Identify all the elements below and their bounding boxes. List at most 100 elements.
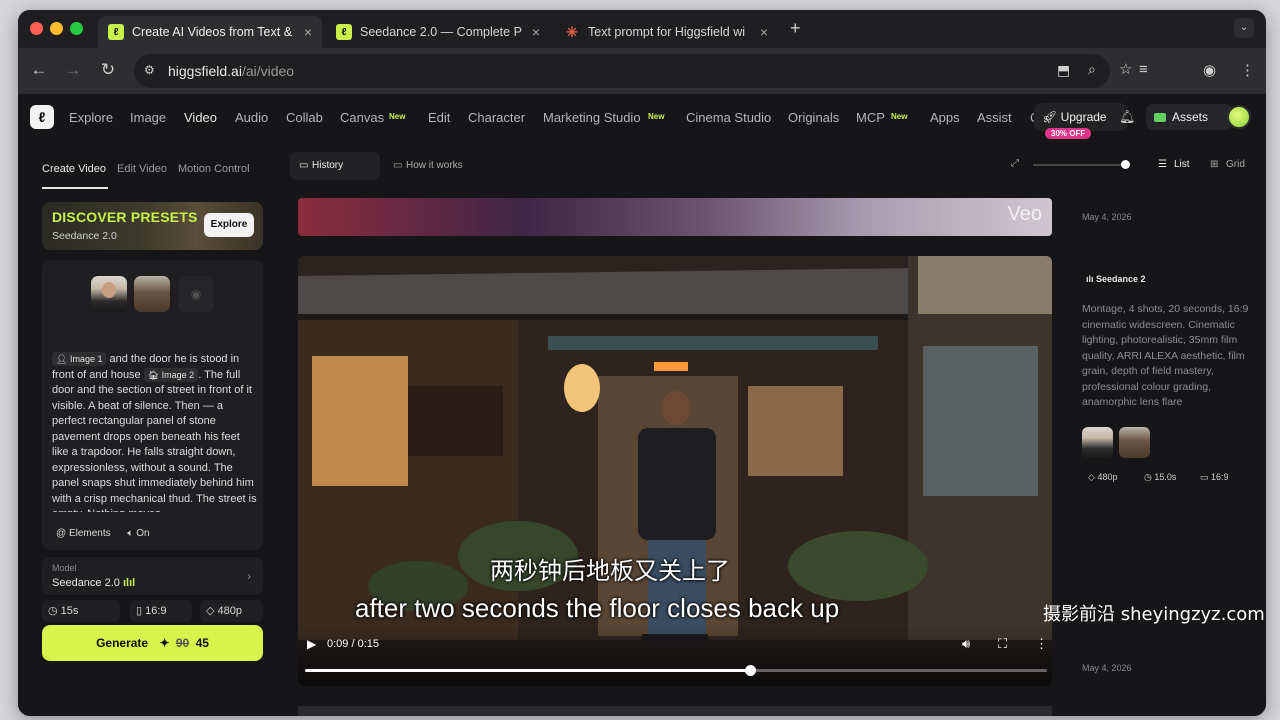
generation-date: May 4, 2026 — [1082, 212, 1132, 222]
new-tab-button[interactable]: + — [790, 18, 801, 39]
nav-character[interactable]: Character — [468, 110, 525, 125]
forward-arrow-icon[interactable]: → — [62, 60, 84, 80]
duration-selector[interactable]: ◷ 15s — [42, 600, 120, 622]
elements-toggle[interactable]: @ Elements — [56, 528, 111, 539]
zoom-icon[interactable]: ⌕ — [1088, 61, 1096, 78]
new-badge: New — [648, 112, 665, 121]
tab-search-icon[interactable]: ⌄ — [1234, 18, 1254, 38]
video-progress-handle[interactable] — [745, 665, 757, 676]
video-progress-bar[interactable] — [305, 665, 1047, 676]
list-view-button[interactable]: ☰ List — [1156, 154, 1190, 176]
reading-list-icon[interactable]: ≡ — [1139, 61, 1148, 78]
grid-view-button[interactable]: ⊞ Grid — [1208, 154, 1245, 176]
discount-badge: 30% OFF — [1045, 128, 1092, 139]
nav-collab[interactable]: Collab — [286, 110, 323, 125]
presets-subtitle: Seedance 2.0 — [52, 230, 117, 242]
nav-audio[interactable]: Audio — [235, 110, 268, 125]
discover-presets-banner[interactable]: DISCOVER PRESETS Seedance 2.0 Explore — [42, 202, 263, 250]
tab-motion-control[interactable]: Motion Control — [178, 163, 250, 175]
address-bar[interactable]: ⚙ higgsfield.ai/ai/video ⬒ ⌕ ☆ — [134, 54, 1132, 88]
book-icon: ▭ — [393, 160, 403, 171]
more-options-icon[interactable]: ⋮ — [1035, 636, 1048, 652]
aspect-ratio-selector[interactable]: ▯ 16:9 — [130, 600, 192, 622]
generate-button[interactable]: Generate ✦ 90 45 — [42, 625, 263, 661]
add-image-slot[interactable]: ◉ — [178, 276, 214, 312]
nav-canvas[interactable]: Canvas — [340, 110, 384, 125]
aspect-ratio-icon: ▯ — [136, 605, 143, 617]
model-selector[interactable]: Model Seedance 2.0 ılıl › — [42, 557, 263, 595]
expand-icon[interactable]: ⤢ — [1011, 158, 1019, 169]
resolution-icon: ◇ — [1088, 472, 1095, 482]
nav-video[interactable]: Video — [184, 110, 217, 125]
nav-apps[interactable]: Apps — [930, 110, 960, 125]
reload-icon[interactable]: ↻ — [97, 60, 119, 80]
nav-marketing-studio[interactable]: Marketing Studio — [543, 110, 641, 125]
user-avatar[interactable] — [1227, 105, 1251, 129]
generation-model: ılı Seedance 2 — [1086, 274, 1146, 284]
minimize-window-button[interactable] — [50, 22, 63, 35]
active-tab-indicator — [42, 187, 108, 189]
folder-icon — [1154, 113, 1166, 122]
nav-originals[interactable]: Originals — [788, 110, 839, 125]
fullscreen-icon[interactable]: ⛶ — [998, 636, 1007, 652]
tab-create-video[interactable]: Create Video — [42, 163, 106, 175]
previous-generation-preview[interactable]: Veo — [298, 198, 1052, 236]
volume-icon[interactable]: 🔊︎ — [962, 636, 970, 652]
generation-resolution: ◇ 480p — [1088, 472, 1118, 482]
grid-icon: ⊞ — [1210, 159, 1219, 170]
prompt-options: @ Elements 🔈︎ On — [56, 528, 150, 539]
install-app-icon[interactable]: ⬒ — [1057, 62, 1070, 79]
close-tab-icon[interactable]: × — [532, 24, 540, 40]
sparkle-icon: ✦ — [159, 636, 170, 650]
nav-cinema-studio[interactable]: Cinema Studio — [686, 110, 771, 125]
model-value: Seedance 2.0 ılıl — [52, 577, 136, 589]
nav-edit[interactable]: Edit — [428, 110, 450, 125]
next-generation-preview[interactable] — [298, 706, 1052, 716]
zoom-slider-handle[interactable] — [1121, 160, 1130, 169]
site-settings-icon[interactable]: ⚙ — [144, 63, 155, 77]
upgrade-label: Upgrade — [1060, 110, 1107, 124]
bookmark-star-icon[interactable]: ☆ — [1119, 60, 1132, 78]
how-it-works-tab[interactable]: ▭ How it works — [384, 152, 463, 180]
tab-title: Text prompt for Higgsfield wi — [588, 25, 746, 39]
resolution-selector[interactable]: ◇ 480p — [200, 600, 263, 622]
image-2-thumbnail[interactable] — [134, 276, 170, 312]
image-2-chip: 🏠︎ Image 2 — [143, 367, 199, 382]
tab-title: Seedance 2.0 — Complete Pr — [360, 25, 522, 39]
more-menu-icon[interactable]: ⋮ — [1240, 61, 1255, 79]
reference-image-1[interactable] — [1082, 427, 1113, 458]
close-tab-icon[interactable]: × — [304, 24, 312, 40]
veo-label: Veo — [1007, 203, 1042, 225]
generate-label: Generate — [96, 636, 149, 650]
browser-tab-2[interactable]: ℓ Seedance 2.0 — Complete Pr × — [326, 16, 550, 48]
assets-button[interactable]: Assets — [1146, 104, 1232, 130]
close-window-button[interactable] — [30, 22, 43, 35]
nav-mcp[interactable]: MCP — [856, 110, 885, 125]
model-label: Model — [52, 563, 77, 573]
play-icon[interactable]: ▶ — [307, 637, 316, 651]
reference-image-2[interactable] — [1119, 427, 1150, 458]
zoom-slider[interactable] — [1033, 164, 1128, 166]
tab-edit-video[interactable]: Edit Video — [117, 163, 167, 175]
browser-tab-3[interactable]: ✳ Text prompt for Higgsfield wi × — [554, 16, 778, 48]
subtitle-chinese: 两秒钟后地板又关上了 — [490, 557, 730, 585]
nav-assist[interactable]: Assist — [977, 110, 1012, 125]
nav-image[interactable]: Image — [130, 110, 166, 125]
assets-label: Assets — [1172, 110, 1209, 124]
maximize-window-button[interactable] — [70, 22, 83, 35]
upgrade-button[interactable]: 🚀︎ Upgrade — [1034, 103, 1128, 131]
browser-tab-1[interactable]: ℓ Create AI Videos from Text & × — [98, 16, 322, 48]
person-head — [102, 282, 116, 298]
history-tab[interactable]: ▭ History — [290, 152, 380, 180]
bell-icon[interactable]: 🔔︎ — [1119, 109, 1136, 125]
back-arrow-icon[interactable]: ← — [28, 60, 50, 80]
profile-icon[interactable]: ◉ — [1203, 61, 1216, 79]
sound-toggle[interactable]: 🔈︎ On — [127, 528, 149, 539]
higgsfield-logo[interactable]: ℓ — [30, 105, 54, 129]
subtitle-english: after two seconds the floor closes back … — [355, 593, 840, 623]
prompt-text[interactable]: 👤︎ Image 1 and the door he is stood in f… — [52, 352, 257, 512]
nav-explore[interactable]: Explore — [69, 110, 113, 125]
image-1-thumbnail[interactable] — [91, 276, 127, 312]
explore-presets-button[interactable]: Explore — [204, 213, 254, 237]
close-tab-icon[interactable]: × — [760, 24, 768, 40]
